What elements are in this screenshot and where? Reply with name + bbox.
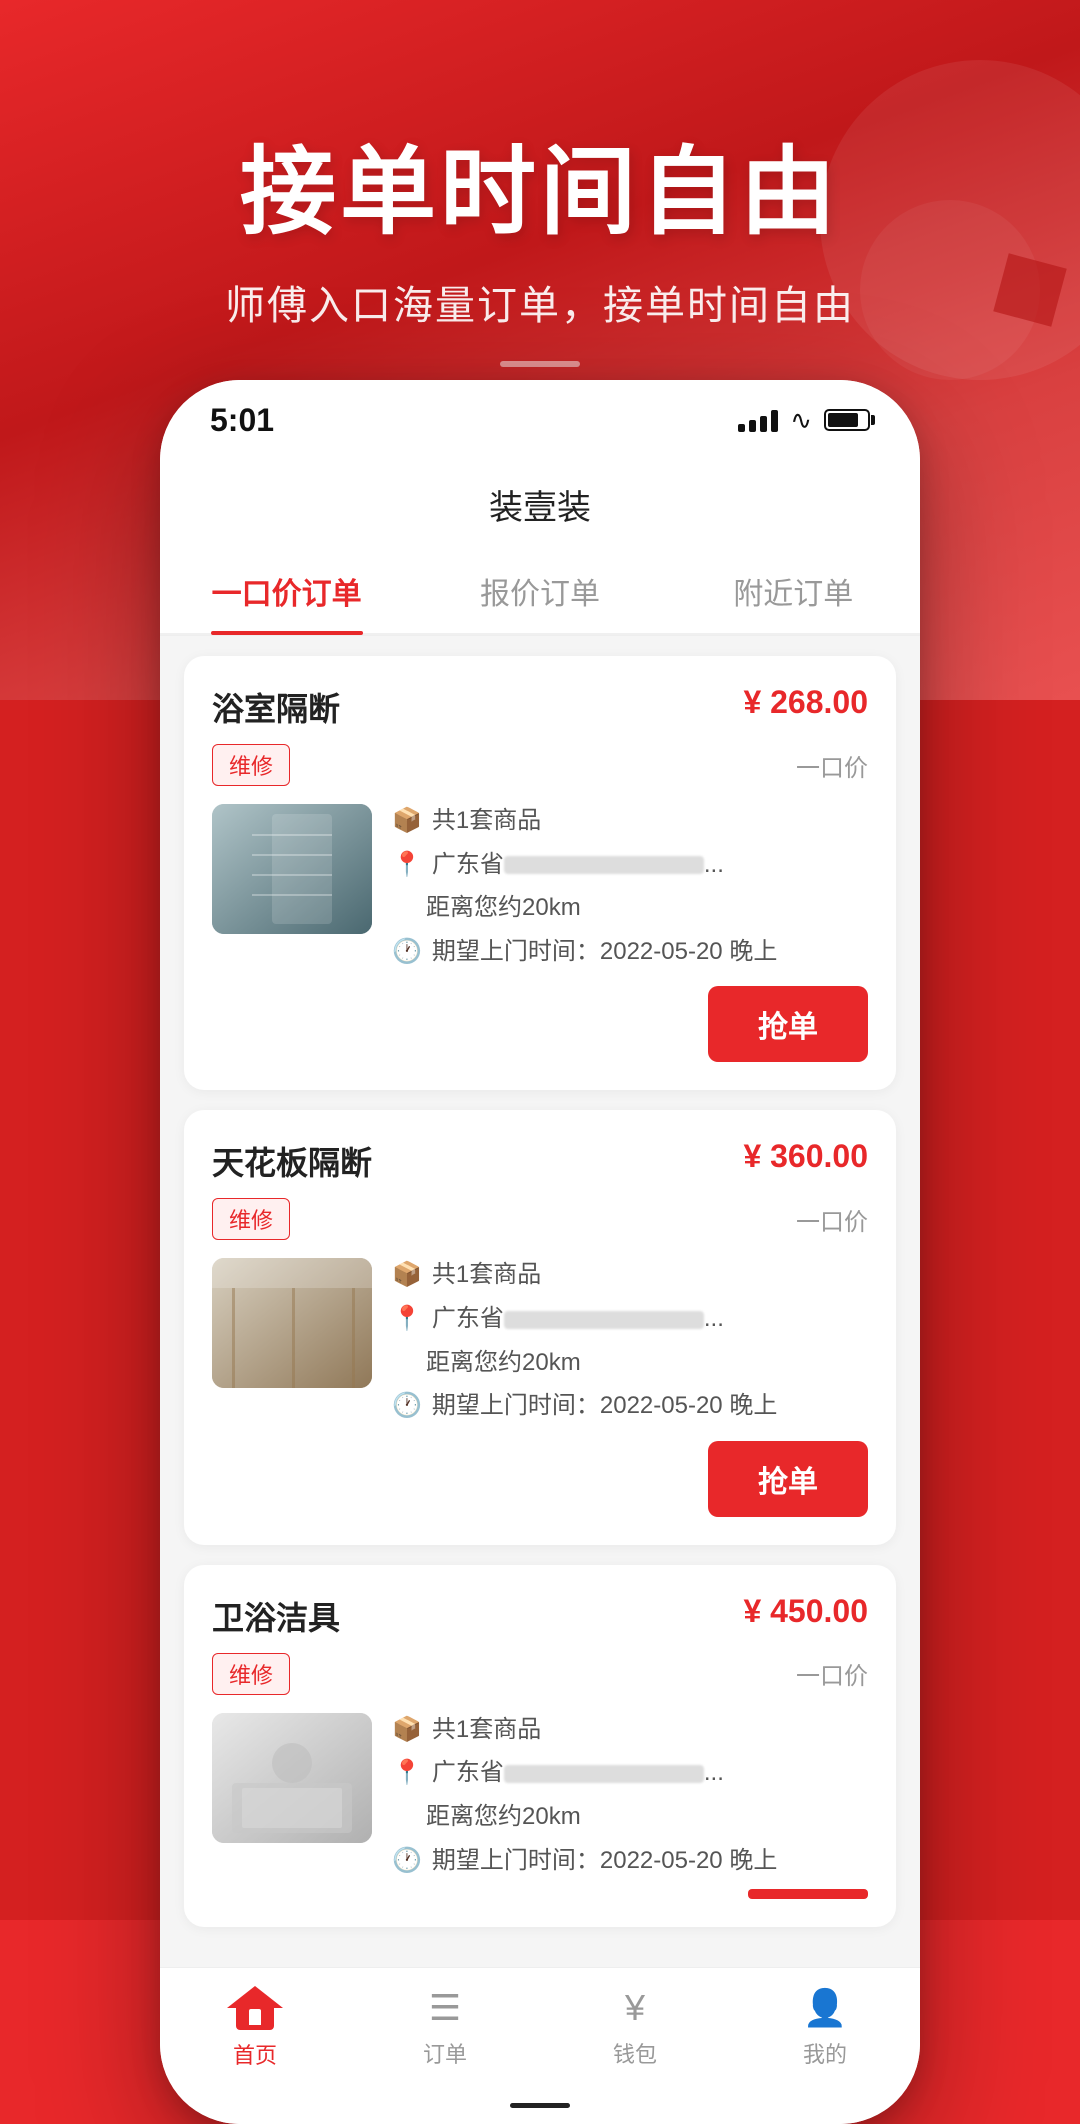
phone-frame: 5:01 ∿ 装壹装 一口价订单 [160, 380, 920, 2124]
order-subrow-1: 维修 一口价 [212, 744, 868, 786]
order-details-1: 📦 共1套商品 📍 广东省... 距离您约20km 🕐 期望上门时间： [392, 804, 868, 968]
nav-home[interactable]: 首页 [160, 1968, 350, 2087]
tab-quote[interactable]: 报价订单 [413, 549, 666, 633]
order-body-1: 📦 共1套商品 📍 广东省... 距离您约20km 🕐 期望上门时间： [212, 804, 868, 968]
hero-subtitle: 师傅入口海量订单，接单时间自由 [225, 273, 855, 331]
hero-title: 接单时间自由 [240, 114, 840, 253]
home-indicator [510, 2103, 570, 2108]
order-header-2: 天花板隔断 ¥ 360.00 [212, 1138, 868, 1184]
order-header-3: 卫浴洁具 ¥ 450.00 [212, 1593, 868, 1639]
status-bar: 5:01 ∿ [160, 380, 920, 460]
home-icon [230, 1986, 280, 2030]
app-tabs: 一口价订单 报价订单 附近订单 [160, 549, 920, 635]
detail-location-1: 📍 广东省... [392, 848, 868, 882]
location-icon-3: 📍 [392, 1758, 422, 1787]
box-icon-3: 📦 [392, 1715, 422, 1744]
order-name-2: 天花板隔断 [212, 1138, 372, 1184]
detail-location-2: 📍 广东省... [392, 1302, 868, 1336]
nav-wallet-label: 钱包 [613, 2037, 657, 2069]
order-icon: ☰ [429, 1987, 461, 2029]
order-header-1: 浴室隔断 ¥ 268.00 [212, 684, 868, 730]
wifi-icon: ∿ [790, 405, 812, 436]
order-price-3: ¥ 450.00 [743, 1593, 868, 1630]
location-icon-2: 📍 [392, 1304, 422, 1333]
detail-distance-1: 距离您约20km [392, 891, 868, 925]
order-name-3: 卫浴洁具 [212, 1593, 340, 1639]
nav-home-label: 首页 [233, 2038, 277, 2070]
order-card-3: 卫浴洁具 ¥ 450.00 维修 一口价 [184, 1565, 896, 1927]
nav-wallet[interactable]: ¥ 钱包 [540, 1968, 730, 2087]
detail-goods-3: 📦 共1套商品 [392, 1713, 868, 1747]
detail-goods-2: 📦 共1套商品 [392, 1258, 868, 1292]
clock-icon-2: 🕐 [392, 1391, 422, 1420]
order-price-type-2: 一口价 [796, 1202, 868, 1237]
profile-icon: 👤 [803, 1987, 848, 2029]
app-header: 装壹装 一口价订单 报价订单 附近订单 [160, 460, 920, 636]
tab-nearby[interactable]: 附近订单 [667, 549, 920, 633]
order-tag-2: 维修 [212, 1198, 290, 1240]
phone-mockup: 5:01 ∿ 装壹装 一口价订单 [160, 380, 920, 2124]
order-image-3 [212, 1713, 372, 1843]
grab-button-2[interactable]: 抢单 [708, 1441, 868, 1517]
order-tag-3: 维修 [212, 1653, 290, 1695]
nav-orders[interactable]: ☰ 订单 [350, 1968, 540, 2087]
order-subrow-2: 维修 一口价 [212, 1198, 868, 1240]
hero-section: 接单时间自由 师傅入口海量订单，接单时间自由 [0, 0, 1080, 420]
order-price-type-1: 一口价 [796, 748, 868, 783]
order-footer-1: 抢单 [212, 986, 868, 1062]
order-name-1: 浴室隔断 [212, 684, 340, 730]
order-image-1 [212, 804, 372, 934]
bottom-nav: 首页 ☰ 订单 ¥ 钱包 👤 我的 [160, 1967, 920, 2087]
location-icon: 📍 [392, 850, 422, 879]
order-body-3: 📦 共1套商品 📍 广东省... 距离您约20km 🕐 期望上门时间： [212, 1713, 868, 1877]
wallet-icon: ¥ [625, 1987, 645, 2029]
battery-icon [824, 409, 870, 431]
grab-button-1[interactable]: 抢单 [708, 986, 868, 1062]
order-price-2: ¥ 360.00 [743, 1138, 868, 1175]
detail-time-3: 🕐 期望上门时间：2022-05-20 晚上 [392, 1844, 868, 1878]
order-price-1: ¥ 268.00 [743, 684, 868, 721]
order-details-2: 📦 共1套商品 📍 广东省... 距离您约20km 🕐 期望上门时间： [392, 1258, 868, 1422]
nav-profile[interactable]: 👤 我的 [730, 1968, 920, 2087]
detail-location-3: 📍 广东省... [392, 1756, 868, 1790]
nav-orders-label: 订单 [423, 2037, 467, 2069]
signal-icon [738, 408, 778, 432]
app-title: 装壹装 [160, 480, 920, 549]
grab-button-3-partial [748, 1889, 868, 1899]
order-footer-2: 抢单 [212, 1441, 868, 1517]
detail-goods-1: 📦 共1套商品 [392, 804, 868, 838]
clock-icon-3: 🕐 [392, 1846, 422, 1875]
phone-time: 5:01 [210, 402, 274, 439]
nav-profile-label: 我的 [803, 2037, 847, 2069]
clock-icon: 🕐 [392, 937, 422, 966]
order-price-type-3: 一口价 [796, 1656, 868, 1691]
box-icon: 📦 [392, 806, 422, 835]
order-image-2 [212, 1258, 372, 1388]
hero-divider [500, 361, 580, 367]
box-icon-2: 📦 [392, 1260, 422, 1289]
detail-time-2: 🕐 期望上门时间：2022-05-20 晚上 [392, 1389, 868, 1423]
order-details-3: 📦 共1套商品 📍 广东省... 距离您约20km 🕐 期望上门时间： [392, 1713, 868, 1877]
order-card: 浴室隔断 ¥ 268.00 维修 一口价 [184, 656, 896, 1090]
home-indicator-area [160, 2087, 920, 2124]
order-card-2: 天花板隔断 ¥ 360.00 维修 一口价 [184, 1110, 896, 1544]
orders-list: 浴室隔断 ¥ 268.00 维修 一口价 [160, 636, 920, 1967]
tab-fixed-price[interactable]: 一口价订单 [160, 549, 413, 633]
detail-time-1: 🕐 期望上门时间：2022-05-20 晚上 [392, 935, 868, 969]
order-body-2: 📦 共1套商品 📍 广东省... 距离您约20km 🕐 期望上门时间： [212, 1258, 868, 1422]
order-subrow-3: 维修 一口价 [212, 1653, 868, 1695]
order-tag-1: 维修 [212, 744, 290, 786]
detail-distance-3: 距离您约20km [392, 1800, 868, 1834]
status-icons: ∿ [738, 405, 870, 436]
detail-distance-2: 距离您约20km [392, 1346, 868, 1380]
